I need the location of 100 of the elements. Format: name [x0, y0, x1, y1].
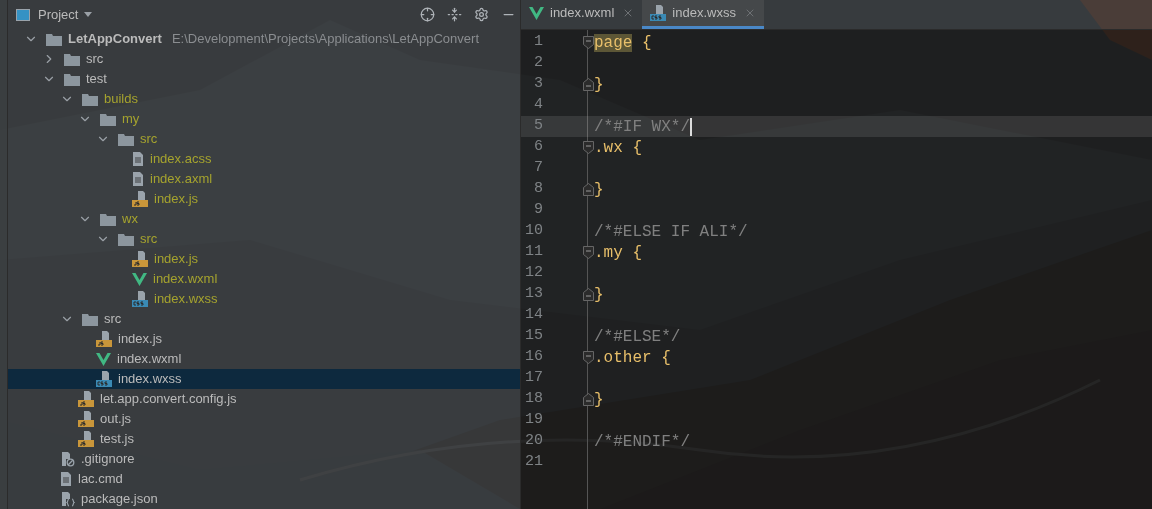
fold-marker-icon[interactable]: [582, 36, 594, 49]
item-label: src: [104, 310, 122, 328]
item-label: test: [86, 70, 107, 88]
tree-item[interactable]: src: [8, 49, 520, 69]
css-file-icon: [650, 5, 667, 21]
line-number: 14: [524, 305, 543, 326]
line-number: 20: [524, 431, 543, 452]
tree-item[interactable]: my: [8, 109, 520, 129]
item-label: package.json: [81, 490, 158, 508]
line-number: 16: [524, 347, 543, 368]
css-file-icon: [96, 371, 112, 387]
tree-item[interactable]: test.js: [8, 429, 520, 449]
item-label: my: [122, 110, 140, 128]
fold-marker-icon[interactable]: [582, 288, 594, 301]
fold-marker-icon[interactable]: [582, 246, 594, 259]
locate-icon[interactable]: [420, 7, 435, 22]
folder-icon: [118, 132, 134, 146]
tree-item[interactable]: lac.cmd: [8, 469, 520, 489]
item-label: out.js: [100, 410, 132, 428]
folder-icon: [64, 52, 80, 66]
code-line: page {: [594, 32, 652, 54]
editor-tab[interactable]: index.wxss: [642, 0, 764, 29]
item-label: index.wxss: [118, 370, 182, 388]
item-label: builds: [104, 90, 138, 108]
code-line: }: [594, 284, 604, 306]
editor-tab[interactable]: index.wxml: [521, 0, 643, 29]
v-logo-icon: [529, 6, 544, 20]
tree-item[interactable]: index.js: [8, 189, 520, 209]
tree-item[interactable]: index.wxss: [8, 369, 520, 389]
tree-item[interactable]: index.wxml: [8, 349, 520, 369]
fold-marker-icon[interactable]: [582, 393, 594, 406]
js-file-icon: [96, 331, 112, 347]
tab-label: index.wxss: [672, 4, 736, 23]
folder-icon: [118, 232, 134, 246]
tree-item[interactable]: index.wxml: [8, 269, 520, 289]
tree-item[interactable]: builds: [8, 89, 520, 109]
fold-marker-icon[interactable]: [582, 183, 594, 196]
tree-item[interactable]: src: [8, 309, 520, 329]
tree-item[interactable]: src: [8, 129, 520, 149]
line-number: 8: [533, 179, 543, 200]
tree-item[interactable]: index.wxss: [8, 289, 520, 309]
fold-marker-icon[interactable]: [582, 78, 594, 91]
item-label: test.js: [100, 430, 134, 448]
tree-item[interactable]: src: [8, 229, 520, 249]
document-icon: [60, 471, 72, 487]
settings-icon[interactable]: [474, 7, 489, 22]
json-file-icon: [60, 491, 75, 507]
tree-item[interactable]: index.acss: [8, 149, 520, 169]
folder-icon: [100, 212, 116, 226]
line-number: 17: [524, 368, 543, 389]
project-path: E:\Development\Projects\Applications\LetAppConvert: [171, 30, 479, 49]
line-number: 4: [533, 95, 543, 116]
document-icon: [132, 171, 144, 187]
item-label: index.wxml: [153, 270, 218, 288]
tree-item[interactable]: test: [8, 69, 520, 89]
code-line: .wx {: [594, 137, 642, 159]
item-label: lac.cmd: [78, 470, 123, 488]
item-label: index.js: [118, 330, 163, 348]
tree-item[interactable]: .gitignore: [8, 449, 520, 469]
js-file-icon: [78, 431, 94, 447]
fold-marker-icon[interactable]: [582, 351, 594, 364]
folder-icon: [64, 72, 80, 86]
js-file-icon: [78, 411, 94, 427]
folder-icon: [82, 312, 98, 326]
line-number: 6: [533, 137, 543, 158]
line-number: 9: [533, 200, 543, 221]
tree-item[interactable]: index.js: [8, 329, 520, 349]
tree-item[interactable]: out.js: [8, 409, 520, 429]
tree-item[interactable]: let.app.convert.config.js: [8, 389, 520, 409]
item-label: src: [86, 50, 104, 68]
line-number: 7: [533, 158, 543, 179]
js-file-icon: [132, 191, 148, 207]
line-number: 18: [524, 389, 543, 410]
code-line: /*#ELSE*/: [594, 326, 681, 348]
collapse-all-icon[interactable]: [447, 7, 462, 22]
tree-item[interactable]: LetAppConvert E:\Development\Projects\Applications\LetAppConvert: [8, 29, 520, 49]
item-label: index.js: [154, 190, 199, 208]
item-label: index.wxml: [117, 350, 182, 368]
folder-icon: [100, 112, 116, 126]
project-view-dropdown[interactable]: Project: [38, 4, 93, 25]
folder-icon: [46, 32, 62, 46]
line-number: 11: [524, 242, 543, 263]
text-cursor: [690, 117, 692, 136]
line-number: 1: [533, 32, 543, 53]
item-label: index.wxss: [154, 290, 218, 308]
tree-item[interactable]: package.json: [8, 489, 520, 509]
item-label: src: [140, 230, 158, 248]
tree-item[interactable]: index.axml: [8, 169, 520, 189]
tree-item[interactable]: index.js: [8, 249, 520, 269]
fold-marker-icon[interactable]: [582, 141, 594, 154]
caret-icon: [84, 12, 93, 17]
css-file-icon: [132, 291, 148, 307]
line-number: 21: [524, 452, 543, 473]
code-line: /*#ENDIF*/: [594, 431, 690, 453]
item-label: src: [140, 130, 158, 148]
folder-icon: [82, 92, 98, 106]
item-label: LetAppConvert: [68, 30, 162, 48]
line-number: 13: [524, 284, 543, 305]
line-number: 3: [533, 74, 543, 95]
tree-item[interactable]: wx: [8, 209, 520, 229]
